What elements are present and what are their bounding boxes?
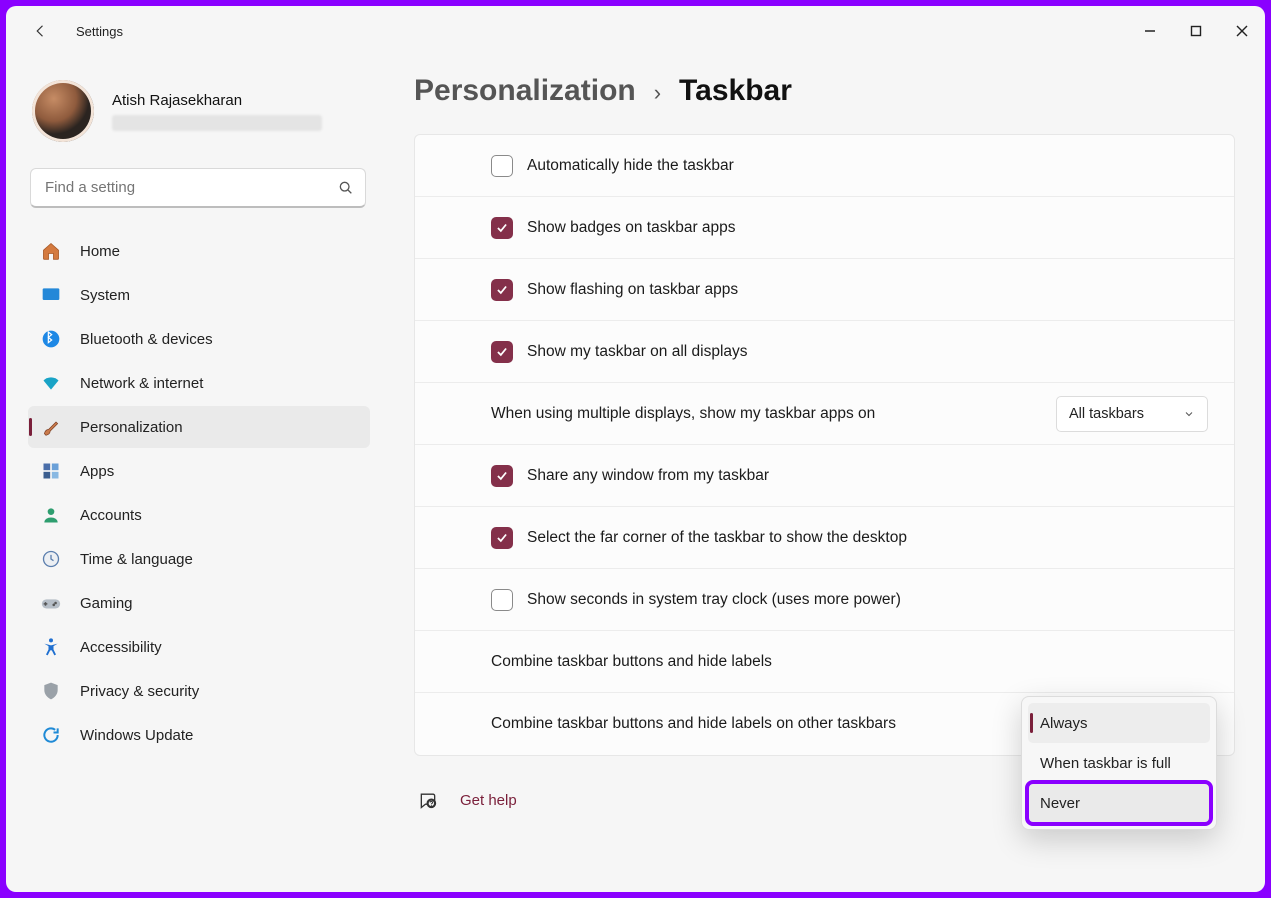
setting-far-corner[interactable]: Select the far corner of the taskbar to … [415,507,1234,569]
nav-item-privacy[interactable]: Privacy & security [28,670,370,712]
maximize-button[interactable] [1173,11,1219,51]
chevron-down-icon [1183,408,1195,420]
nav-label: Privacy & security [80,683,199,700]
person-icon [40,504,62,526]
setting-label: Share any window from my taskbar [527,467,769,485]
nav-item-home[interactable]: Home [28,230,370,272]
nav-label: System [80,287,130,304]
gamepad-icon [40,592,62,614]
main-content: Personalization › Taskbar Automatically … [384,56,1265,892]
breadcrumb-parent[interactable]: Personalization [414,74,636,108]
setting-multi-display: When using multiple displays, show my ta… [415,383,1234,445]
nav-item-network[interactable]: Network & internet [28,362,370,404]
setting-show-flashing[interactable]: Show flashing on taskbar apps [415,259,1234,321]
back-button[interactable] [24,14,58,48]
checkbox-unchecked-icon[interactable] [491,589,513,611]
sidebar: Atish Rajasekharan Home [6,56,384,892]
select-value: All taskbars [1069,406,1144,422]
window-controls [1127,11,1265,51]
setting-auto-hide[interactable]: Automatically hide the taskbar [415,135,1234,197]
setting-combine-primary[interactable]: Combine taskbar buttons and hide labels [415,631,1234,693]
checkbox-checked-icon[interactable] [491,279,513,301]
dropdown-option-when-full[interactable]: When taskbar is full [1028,743,1210,783]
accessibility-icon [40,636,62,658]
setting-label: Show badges on taskbar apps [527,219,736,237]
profile-name: Atish Rajasekharan [112,92,322,109]
nav-label: Home [80,243,120,260]
settings-window: Settings Atish Rajasekharan [6,6,1265,892]
breadcrumb: Personalization › Taskbar [414,74,1235,108]
nav-label: Accessibility [80,639,162,656]
titlebar: Settings [6,6,1265,56]
nav-item-gaming[interactable]: Gaming [28,582,370,624]
option-label: Never [1040,795,1080,812]
window-title: Settings [76,24,123,39]
settings-panel: Automatically hide the taskbar Show badg… [414,134,1235,756]
setting-label: When using multiple displays, show my ta… [491,405,875,423]
checkbox-checked-icon[interactable] [491,217,513,239]
search-icon [338,180,354,196]
nav-label: Network & internet [80,375,203,392]
bluetooth-icon [40,328,62,350]
nav-item-time[interactable]: Time & language [28,538,370,580]
search-input[interactable] [30,168,366,208]
setting-label: Select the far corner of the taskbar to … [527,529,907,547]
clock-globe-icon [40,548,62,570]
checkbox-checked-icon[interactable] [491,527,513,549]
shield-icon [40,680,62,702]
checkbox-checked-icon[interactable] [491,341,513,363]
setting-label: Combine taskbar buttons and hide labels [491,653,772,671]
checkbox-unchecked-icon[interactable] [491,155,513,177]
setting-all-displays[interactable]: Show my taskbar on all displays [415,321,1234,383]
dropdown-option-always[interactable]: Always [1028,703,1210,743]
nav-item-apps[interactable]: Apps [28,450,370,492]
close-button[interactable] [1219,11,1265,51]
nav-label: Bluetooth & devices [80,331,213,348]
nav-item-accounts[interactable]: Accounts [28,494,370,536]
chevron-right-icon: › [654,80,661,106]
dropdown-option-never[interactable]: Never [1028,783,1210,823]
nav-label: Personalization [80,419,183,436]
avatar [32,80,94,142]
multi-display-select[interactable]: All taskbars [1056,396,1208,432]
profile-block[interactable]: Atish Rajasekharan [28,74,370,162]
system-icon [40,284,62,306]
combine-dropdown: Always When taskbar is full Never [1021,696,1217,830]
nav-label: Time & language [80,551,193,568]
setting-label: Combine taskbar buttons and hide labels … [491,715,896,733]
wifi-icon [40,372,62,394]
nav-item-update[interactable]: Windows Update [28,714,370,756]
option-label: When taskbar is full [1040,755,1171,772]
nav-item-accessibility[interactable]: Accessibility [28,626,370,668]
minimize-button[interactable] [1127,11,1173,51]
nav-label: Accounts [80,507,142,524]
nav-label: Windows Update [80,727,193,744]
setting-label: Automatically hide the taskbar [527,157,734,175]
get-help-link[interactable]: Get help [460,792,517,809]
search-box[interactable] [30,168,366,208]
setting-label: Show flashing on taskbar apps [527,281,738,299]
setting-label: Show my taskbar on all displays [527,343,748,361]
nav-item-system[interactable]: System [28,274,370,316]
checkbox-checked-icon[interactable] [491,465,513,487]
nav: Home System Bluetooth & devices [28,230,370,756]
paintbrush-icon [40,416,62,438]
nav-label: Apps [80,463,114,480]
setting-share-window[interactable]: Share any window from my taskbar [415,445,1234,507]
update-icon [40,724,62,746]
profile-email-redacted [112,115,322,131]
setting-label: Show seconds in system tray clock (uses … [527,591,901,609]
setting-show-badges[interactable]: Show badges on taskbar apps [415,197,1234,259]
home-icon [40,240,62,262]
nav-item-bluetooth[interactable]: Bluetooth & devices [28,318,370,360]
page-title: Taskbar [679,74,792,108]
apps-icon [40,460,62,482]
nav-label: Gaming [80,595,133,612]
nav-item-personalization[interactable]: Personalization [28,406,370,448]
option-label: Always [1040,715,1088,732]
setting-show-seconds[interactable]: Show seconds in system tray clock (uses … [415,569,1234,631]
help-chat-icon [418,790,438,810]
